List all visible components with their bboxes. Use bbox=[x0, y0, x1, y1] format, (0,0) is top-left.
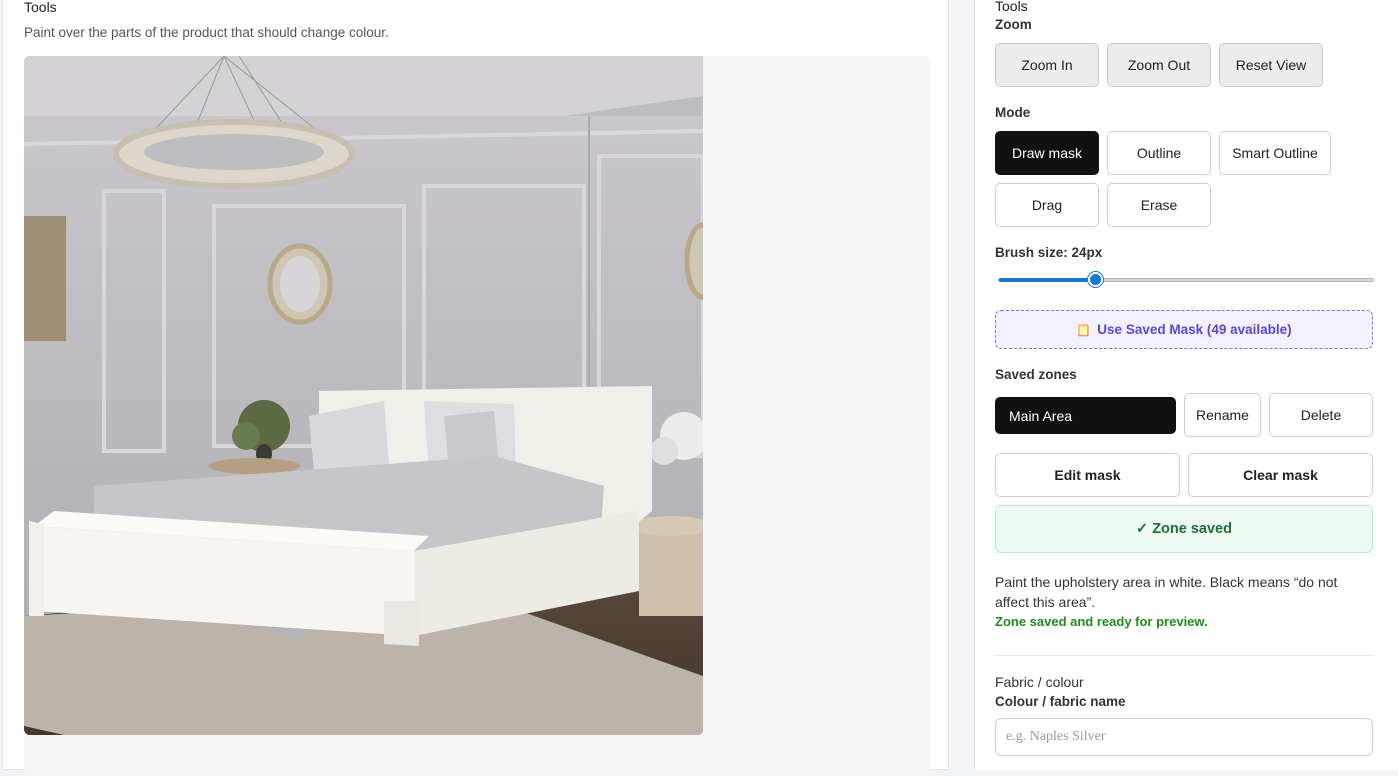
panel-subtitle: Paint over the parts of the product that… bbox=[24, 25, 389, 40]
rename-zone-button[interactable]: Rename bbox=[1184, 393, 1261, 437]
fabric-section-label: Fabric / colour bbox=[995, 674, 1084, 690]
erase-button[interactable]: Erase bbox=[1107, 183, 1211, 227]
tools-sidebar: Tools Zoom Zoom In Zoom Out Reset View M… bbox=[974, 0, 1398, 770]
zoom-out-button[interactable]: Zoom Out bbox=[1107, 43, 1211, 87]
edit-mask-button[interactable]: Edit mask bbox=[995, 453, 1180, 497]
help-text: Paint the upholstery area in white. Blac… bbox=[995, 574, 1338, 610]
product-image-canvas[interactable] bbox=[24, 56, 703, 735]
ready-status: Zone saved and ready for preview. bbox=[995, 614, 1208, 629]
fabric-name-input[interactable] bbox=[995, 718, 1373, 756]
saved-zones-label: Saved zones bbox=[995, 367, 1077, 382]
sidebar-title: Tools bbox=[995, 0, 1028, 14]
brush-size-slider[interactable] bbox=[998, 272, 1374, 287]
use-saved-mask-label: Use Saved Mask (49 available) bbox=[1097, 322, 1292, 337]
use-saved-mask-button[interactable]: 📋 Use Saved Mask (49 available) bbox=[995, 310, 1373, 349]
mask-canvas-area[interactable] bbox=[24, 56, 930, 776]
mode-label: Mode bbox=[995, 105, 1031, 120]
outline-button[interactable]: Outline bbox=[1107, 131, 1211, 175]
reset-view-button[interactable]: Reset View bbox=[1219, 43, 1323, 87]
slider-fill bbox=[999, 278, 1097, 282]
smart-outline-button[interactable]: Smart Outline bbox=[1219, 131, 1331, 175]
zone-saved-banner: ✓ Zone saved bbox=[995, 505, 1373, 553]
bedroom-scene-image bbox=[24, 56, 703, 735]
clipboard-icon: 📋 bbox=[1076, 322, 1092, 337]
fabric-name-label: Colour / fabric name bbox=[995, 694, 1126, 709]
delete-zone-button[interactable]: Delete bbox=[1269, 393, 1373, 437]
draw-mask-button[interactable]: Draw mask bbox=[995, 131, 1099, 175]
divider bbox=[995, 655, 1373, 656]
editor-panel: Tools Paint over the parts of the produc… bbox=[2, 0, 949, 776]
drag-button[interactable]: Drag bbox=[995, 183, 1099, 227]
panel-title: Tools bbox=[24, 0, 57, 15]
zoom-label: Zoom bbox=[995, 17, 1032, 32]
brush-size-label: Brush size: 24px bbox=[995, 245, 1103, 260]
zone-selector[interactable]: Main Area bbox=[995, 397, 1176, 434]
clear-mask-button[interactable]: Clear mask bbox=[1188, 453, 1373, 497]
slider-thumb[interactable] bbox=[1088, 272, 1104, 287]
zoom-in-button[interactable]: Zoom In bbox=[995, 43, 1099, 87]
